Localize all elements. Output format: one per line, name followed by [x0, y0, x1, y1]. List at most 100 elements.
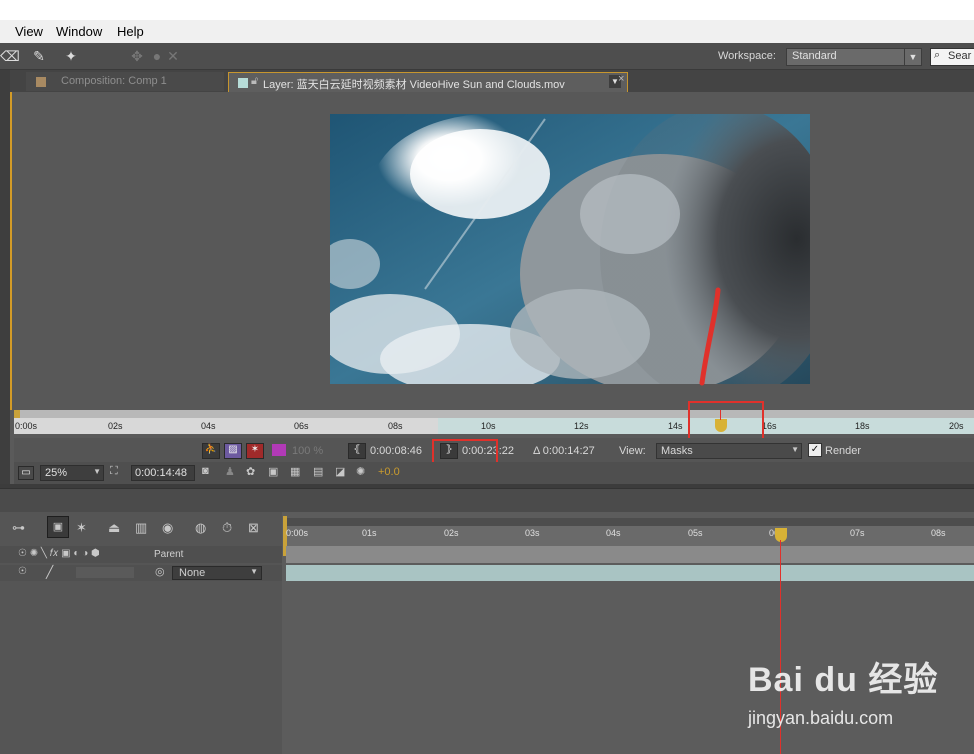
tab-composition-label: Composition: Comp 1	[61, 75, 167, 87]
draft-3d-icon[interactable]: ▣	[47, 516, 69, 538]
view-label: View:	[619, 445, 646, 457]
chevron-down-icon[interactable]: ▼	[250, 567, 258, 576]
view-select[interactable]: Masks ▼	[656, 443, 802, 459]
ruler-tick: 06s	[294, 421, 309, 431]
timeline-tick: 02s	[444, 528, 459, 538]
menu-view[interactable]: View	[15, 24, 43, 39]
pickwhip-icon[interactable]: ◎	[155, 565, 165, 578]
left-panel-edge	[0, 70, 10, 485]
window-top-strip	[0, 0, 974, 20]
person-icon[interactable]: ♟	[225, 465, 235, 478]
current-time-value: 0:00:14:48	[135, 467, 187, 479]
in-marker[interactable]	[14, 410, 20, 418]
shy-layers-icon[interactable]: ✶	[76, 520, 87, 536]
composition-swatch-icon	[36, 77, 46, 87]
timeline-tick: 08s	[931, 528, 946, 538]
in-point-time[interactable]: 0:00:08:46	[370, 445, 422, 457]
auto-keyframe-icon[interactable]: ◍	[195, 520, 206, 536]
layer-switches[interactable]	[76, 567, 134, 578]
brush-tool-icon[interactable]: ✎	[30, 47, 48, 65]
menu-window[interactable]: Window	[56, 24, 102, 39]
brainstorm-icon[interactable]: ◉	[162, 520, 173, 536]
red-channel-icon[interactable]: ✶	[246, 443, 264, 459]
pin-tool-icon[interactable]: ✦	[62, 47, 80, 65]
workspace-select[interactable]: Standard ▼	[786, 48, 922, 66]
axis-icon: ✥	[131, 48, 143, 64]
camera-icon[interactable]: ◙	[202, 465, 209, 477]
ruler-tick: 18s	[855, 421, 870, 431]
ruler-tick: 02s	[108, 421, 123, 431]
parent-select[interactable]: None ▼	[172, 566, 262, 580]
tab-layer-label: Layer: 蓝天白云延时视频素材 VideoHive Sun and Clou…	[263, 79, 565, 91]
timeline-tick: 07s	[850, 528, 865, 538]
ruler-track	[14, 410, 974, 418]
chevron-down-icon[interactable]: ▼	[791, 445, 799, 454]
parent-value: None	[179, 567, 206, 579]
search-placeholder: Sear	[948, 50, 972, 62]
quality-icon[interactable]: ╱	[46, 565, 53, 579]
search-field[interactable]: ⌕ Sear	[930, 48, 974, 66]
channels-icon[interactable]: ✿	[246, 465, 255, 478]
chevron-down-icon[interactable]: ▼	[904, 49, 921, 65]
film-icon[interactable]: ▤	[313, 465, 323, 478]
workspace-label: Workspace:	[718, 50, 776, 62]
graph-editor-icon[interactable]: ⏱	[222, 520, 232, 536]
toolbar: ⌫ ✎ ✦ ✥ ● ✕ Workspace: Standard ▼ ⌕ Sear	[0, 43, 974, 70]
workspace-value: Standard	[792, 50, 837, 62]
color-swatch[interactable]	[272, 444, 286, 456]
layer-swatch-icon	[238, 78, 248, 88]
layer-duration-bar[interactable]	[286, 565, 974, 581]
layer-row[interactable]: ☉ ╱ ◎ None ▼	[0, 565, 282, 581]
safe-area-icon[interactable]: ⛶	[110, 465, 118, 478]
viewer-tab-bar: Composition: Comp 1 🔓︎ Layer: 蓝天白云延时视频素材…	[10, 70, 974, 92]
watermark-url: jingyan.baidu.com	[748, 708, 894, 728]
timeline-playhead[interactable]	[775, 528, 787, 542]
timeline-tick: 04s	[606, 528, 621, 538]
zoom-select[interactable]: 25% ▼	[40, 465, 104, 481]
ruler-tick: 08s	[388, 421, 403, 431]
fast-preview-icon[interactable]: ◪	[335, 465, 345, 478]
timeline-tick: 0:00s	[286, 528, 309, 538]
tab-composition[interactable]: Composition: Comp 1	[26, 72, 224, 91]
work-area-bar[interactable]	[286, 518, 974, 526]
hide-icon[interactable]: ⊠	[248, 520, 259, 536]
chevron-down-icon[interactable]: ▼	[93, 467, 101, 476]
timeline-tick: 01s	[362, 528, 377, 538]
watermark: Bai du 经验 jingyan.baidu.com	[748, 652, 948, 732]
ruler-tick: 12s	[574, 421, 589, 431]
menu-bar: View Window Help	[0, 20, 974, 43]
timeline-tick: 03s	[525, 528, 540, 538]
column-switch-icons: ☉ ✺ ╲ 𝑓𝑥 ▣ ◐ ◑ ⬢	[18, 548, 100, 559]
timeline-tick: 05s	[688, 528, 703, 538]
transparency-grid-icon[interactable]: ▦	[290, 465, 300, 478]
exposure-icon[interactable]: ✺	[356, 465, 365, 478]
motion-icon[interactable]: ⛹	[202, 443, 220, 459]
timeline-header	[0, 488, 974, 513]
tab-layer[interactable]: 🔓︎ Layer: 蓝天白云延时视频素材 VideoHive Sun and C…	[228, 72, 628, 92]
ruler-tick: 10s	[481, 421, 496, 431]
search-icon: ⌕	[934, 49, 941, 61]
exposure-value[interactable]: +0.0	[378, 466, 400, 478]
eraser-icon[interactable]: ⌫	[0, 47, 20, 65]
lock-icon[interactable]: 🔓︎	[251, 75, 258, 88]
set-in-point-button[interactable]: ⦃	[348, 443, 366, 459]
ruler-tick: 20s	[949, 421, 964, 431]
visibility-icon[interactable]: ☉	[18, 566, 27, 577]
comp-row-bar	[286, 546, 974, 563]
watermark-brand: Bai du 经验	[748, 661, 939, 699]
ruler-tick: 0:00s	[15, 421, 38, 431]
opacity-value: 100 %	[292, 445, 324, 457]
view-value: Masks	[661, 445, 693, 457]
show-channel-icon[interactable]: ▨	[224, 443, 242, 459]
menu-help[interactable]: Help	[117, 24, 144, 39]
region-icon[interactable]: ▭	[18, 466, 34, 480]
composition-mini-flowchart-icon[interactable]: ⊶	[12, 520, 25, 536]
close-icon[interactable]: ×	[618, 73, 624, 85]
region-of-interest-icon[interactable]: ▣	[268, 465, 278, 478]
frame-blending-icon[interactable]: ⏏	[108, 520, 120, 536]
motion-blur-icon[interactable]: ▥	[135, 520, 147, 536]
render-checkbox[interactable]: ✓	[808, 443, 822, 457]
current-time-field[interactable]: 0:00:14:48	[131, 465, 195, 481]
duration-value: Δ 0:00:14:27	[533, 445, 595, 457]
ruler-tick: 16s	[762, 421, 777, 431]
